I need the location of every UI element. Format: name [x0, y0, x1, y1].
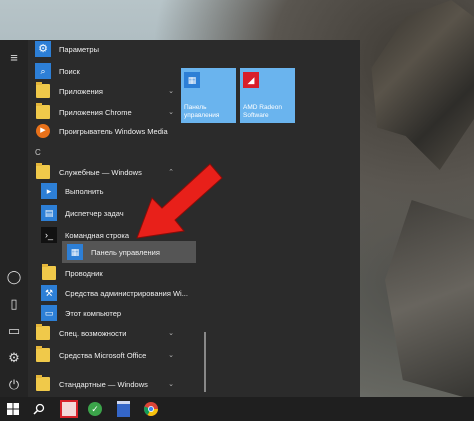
app-label: Средства Microsoft Office	[59, 350, 147, 360]
app-admin-tools[interactable]: ⚒ Средства администрирования Wi...	[40, 282, 190, 304]
app-this-pc[interactable]: ▭ Этот компьютер	[40, 302, 190, 324]
section-letter[interactable]: С	[35, 148, 41, 157]
scrollbar[interactable]	[204, 332, 206, 392]
app-label: Стандартные — Windows	[59, 379, 148, 389]
tile-amd[interactable]: ◢ AMD Radeon Software	[240, 68, 295, 123]
admin-tools-icon: ⚒	[41, 285, 57, 301]
app-label: Проигрыватель Windows Media	[59, 126, 168, 136]
folder-icon	[36, 82, 50, 98]
chevron-down-icon: ⌄	[168, 352, 174, 359]
app-label: Спец. возможности	[59, 328, 127, 338]
app-label: Приложения	[59, 86, 103, 96]
chevron-down-icon: ⌄	[168, 330, 174, 337]
tile-label: AMD Radeon Software	[243, 104, 283, 119]
settings-icon: ⚙	[35, 41, 51, 57]
app-task-manager[interactable]: ▤ Диспетчер задач	[40, 202, 190, 224]
chevron-down-icon: ⌄	[168, 88, 174, 95]
media-player-icon: ▶	[36, 124, 50, 138]
chevron-down-icon: ⌄	[168, 381, 174, 388]
computer-icon: ▭	[41, 305, 57, 321]
folder-office-tools[interactable]: Средства Microsoft Office ⌄	[34, 344, 184, 366]
app-label: Выполнить	[65, 186, 104, 196]
taskbar: ✓	[0, 397, 474, 421]
app-list: ⚙ Параметры ⌕ Поиск Приложения ⌄ Приложе…	[28, 40, 206, 397]
app-save-icon[interactable]	[110, 397, 136, 421]
folder-icon	[36, 103, 50, 119]
folder-icon	[36, 324, 50, 340]
app-label: Средства администрирования Wi...	[65, 288, 188, 298]
amd-icon: ◢	[243, 72, 259, 88]
folder-icon	[36, 346, 50, 362]
wallpaper-robot-upper	[371, 0, 474, 170]
start-rail: ≡ ◯ ▯ ▭ ⚙ ⏻	[0, 40, 28, 397]
app-label: Приложения Chrome	[59, 107, 132, 117]
start-menu: ≡ ◯ ▯ ▭ ⚙ ⏻ ⚙ Параметры ⌕ Поиск Приложен…	[0, 40, 360, 397]
user-icon[interactable]: ◯	[6, 269, 22, 285]
control-panel-icon: ▦	[67, 244, 83, 260]
app-settings[interactable]: ⚙ Параметры	[34, 38, 184, 60]
tile-control-panel[interactable]: ▦ Панель управления	[181, 68, 236, 123]
app-explorer[interactable]: Проводник	[40, 262, 190, 284]
tile-label: Панель управления	[184, 104, 220, 119]
gear-icon[interactable]: ⚙	[6, 350, 22, 366]
folder-accessibility[interactable]: Спец. возможности ⌄	[34, 322, 184, 344]
app-label: Диспетчер задач	[65, 208, 124, 218]
folder-applications[interactable]: Приложения ⌄	[34, 80, 184, 102]
app-media-player[interactable]: ▶ Проигрыватель Windows Media	[34, 120, 184, 142]
app-green-icon[interactable]: ✓	[82, 397, 108, 421]
app-label: Поиск	[59, 66, 80, 76]
windows-start-icon[interactable]	[0, 397, 26, 421]
task-manager-icon: ▤	[41, 205, 57, 221]
app-label: Параметры	[59, 44, 99, 54]
folder-standard[interactable]: Стандартные — Windows ⌄	[34, 373, 184, 395]
app-label: Командная строка	[65, 230, 129, 240]
app-red-icon[interactable]	[56, 397, 82, 421]
chevron-up-icon: ⌃	[168, 169, 174, 176]
wallpaper-robot-lower	[385, 200, 474, 400]
power-icon[interactable]: ⏻	[6, 377, 22, 393]
search-icon[interactable]	[26, 397, 52, 421]
app-label: Служебные — Windows	[59, 167, 142, 177]
chevron-down-icon: ⌄	[168, 109, 174, 116]
chrome-icon[interactable]	[138, 397, 164, 421]
folder-icon	[36, 375, 50, 391]
search-icon: ⌕	[35, 63, 51, 79]
app-label: Проводник	[65, 268, 103, 278]
app-control-panel[interactable]: ▦ Панель управления	[62, 241, 196, 263]
control-panel-icon: ▦	[184, 72, 200, 88]
folder-icon	[36, 163, 50, 179]
app-label: Этот компьютер	[65, 308, 122, 318]
explorer-icon	[42, 264, 56, 280]
pictures-icon[interactable]: ▭	[6, 323, 22, 339]
document-icon[interactable]: ▯	[6, 296, 22, 312]
hamburger-icon[interactable]: ≡	[6, 50, 22, 66]
app-search[interactable]: ⌕ Поиск	[34, 60, 184, 82]
app-run[interactable]: ▸ Выполнить	[40, 180, 190, 202]
run-icon: ▸	[41, 183, 57, 199]
cmd-icon: ›_	[41, 227, 57, 243]
app-label: Панель управления	[91, 247, 160, 257]
